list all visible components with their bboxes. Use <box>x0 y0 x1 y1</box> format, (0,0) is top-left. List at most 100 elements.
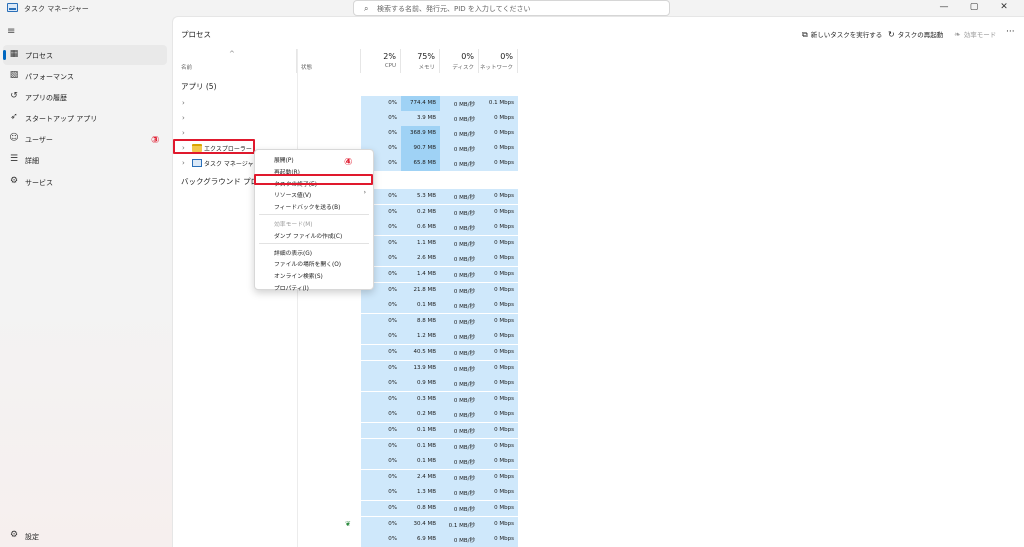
users-icon: ☺ <box>9 133 19 143</box>
context-menu-item[interactable]: フィードバックを送る(B) <box>255 200 373 211</box>
memory-cell: 30.4 MB <box>401 516 440 532</box>
network-cell: 0.1 Mbps <box>479 96 518 111</box>
chevron-right-icon[interactable]: › <box>182 99 185 107</box>
annotation-highlight-end-task <box>254 174 373 185</box>
annotation-highlight-explorer <box>173 139 255 154</box>
hamburger-menu-icon[interactable]: ≡ <box>7 26 15 37</box>
table-row[interactable]: 0% 0.9 MB 0 MB/秒 0 Mbps <box>173 376 518 392</box>
cpu-cell: 0% <box>361 485 401 501</box>
context-menu-item[interactable]: 詳細の表示(G) <box>255 246 373 257</box>
disk-cell: 0 MB/秒 <box>440 407 479 423</box>
cpu-cell: 0% <box>361 407 401 423</box>
context-menu-item[interactable]: 展開(P) <box>255 153 373 164</box>
disk-cell: 0 MB/秒 <box>440 376 479 392</box>
sidebar-item-label: サービス <box>25 179 53 187</box>
disk-cell: 0 MB/秒 <box>440 282 479 298</box>
column-header-cpu[interactable]: 2% CPU <box>361 49 401 73</box>
network-total: 0% <box>500 52 513 61</box>
table-row[interactable]: 0% 8.8 MB 0 MB/秒 0 Mbps <box>173 313 518 329</box>
table-row[interactable]: 0% 0.1 MB 0 MB/秒 0 Mbps <box>173 438 518 454</box>
column-header-memory[interactable]: 75% メモリ <box>401 49 440 73</box>
sidebar-item-label: スタートアップ アプリ <box>25 115 98 123</box>
context-menu-item[interactable]: オンライン検索(S) <box>255 269 373 280</box>
more-options-button[interactable]: ··· <box>1006 27 1015 37</box>
cpu-cell: 0% <box>361 111 401 126</box>
cpu-cell: 0% <box>361 516 401 532</box>
table-row[interactable]: › 0% 3.9 MB 0 MB/秒 0 Mbps <box>173 111 518 126</box>
sidebar-item-services[interactable]: ⚙ サービス <box>3 172 167 192</box>
context-menu-item[interactable]: リソース値(V) › <box>255 188 373 199</box>
efficiency-mode-button[interactable]: ❧ 効率モード <box>954 29 996 39</box>
column-header-disk[interactable]: 0% ディスク <box>440 49 479 73</box>
sidebar-item-details[interactable]: ☰ 詳細 <box>3 150 167 170</box>
network-cell: 0 Mbps <box>479 438 518 454</box>
disk-cell: 0 MB/秒 <box>440 391 479 407</box>
group-label-apps: アプリ (5) <box>181 82 217 91</box>
disk-cell: 0 MB/秒 <box>440 96 479 111</box>
disk-cell: 0 MB/秒 <box>440 485 479 501</box>
run-new-task-button[interactable]: ⧉ 新しいタスクを実行する <box>802 29 882 40</box>
column-header-status[interactable]: 状態 <box>297 49 361 73</box>
table-row[interactable]: 0% 0.1 MB 0 MB/秒 0 Mbps <box>173 298 518 314</box>
disk-cell: 0 MB/秒 <box>440 267 479 282</box>
table-row[interactable]: 0% 6.9 MB 0 MB/秒 0 Mbps <box>173 532 518 547</box>
maximize-button[interactable]: ▢ <box>964 2 984 12</box>
sidebar-item-label: パフォーマンス <box>25 73 74 81</box>
chevron-right-icon[interactable]: › <box>182 129 185 137</box>
context-menu-item[interactable]: プロパティ(I) <box>255 281 373 292</box>
table-row[interactable]: › 0% 774.4 MB 0 MB/秒 0.1 Mbps <box>173 96 518 111</box>
sidebar-item-app-history[interactable]: ↺ アプリの履歴 <box>3 87 167 107</box>
network-cell: 0 Mbps <box>479 391 518 407</box>
context-menu-item[interactable]: ダンプ ファイルの作成(C) <box>255 229 373 240</box>
menu-item-label: 詳細の表示(G) <box>274 250 312 257</box>
table-row[interactable]: 0% 2.4 MB 0 MB/秒 0 Mbps <box>173 469 518 485</box>
selection-indicator <box>3 50 6 60</box>
table-row[interactable]: 0% 0.2 MB 0 MB/秒 0 Mbps <box>173 407 518 423</box>
table-row[interactable]: 0% 40.5 MB 0 MB/秒 0 Mbps <box>173 345 518 360</box>
context-menu-item[interactable]: ファイルの場所を開く(O) <box>255 257 373 268</box>
network-cell: 0 Mbps <box>479 298 518 314</box>
chevron-right-icon[interactable]: › <box>182 159 185 167</box>
window-title: タスク マネージャー <box>24 5 89 13</box>
network-cell: 0 Mbps <box>479 111 518 126</box>
sidebar-item-processes[interactable]: ▦ プロセス <box>3 45 167 65</box>
sidebar-item-performance[interactable]: ▧ パフォーマンス <box>3 66 167 86</box>
settings-gear-icon: ⚙ <box>9 530 19 540</box>
sidebar-item-settings[interactable]: ⚙ 設定 <box>3 526 167 546</box>
sidebar-item-startup-apps[interactable]: ➶ スタートアップ アプリ <box>3 108 167 128</box>
table-row[interactable]: ❦ 0% 30.4 MB 0.1 MB/秒 0 Mbps <box>173 516 518 532</box>
cpu-cell: 0% <box>361 313 401 329</box>
table-row[interactable]: 0% 0.3 MB 0 MB/秒 0 Mbps <box>173 391 518 407</box>
sidebar-item-label: アプリの履歴 <box>25 94 67 102</box>
cpu-cell: 0% <box>361 96 401 111</box>
disk-cell: 0 MB/秒 <box>440 438 479 454</box>
table-row[interactable]: 0% 1.2 MB 0 MB/秒 0 Mbps <box>173 329 518 345</box>
history-icon: ↺ <box>10 91 18 101</box>
disk-cell: 0 MB/秒 <box>440 454 479 470</box>
services-gear-icon: ⚙ <box>9 176 19 186</box>
search-placeholder[interactable]: 検索する名前、発行元、PID を入力してください <box>377 4 530 14</box>
network-cell: 0 Mbps <box>479 469 518 485</box>
search-box[interactable]: ⌕ 検索する名前、発行元、PID を入力してください <box>353 0 670 16</box>
network-cell: 0 Mbps <box>479 156 518 171</box>
restart-task-label: タスクの再起動 <box>897 31 944 39</box>
minimize-button[interactable]: — <box>934 2 954 12</box>
table-row[interactable]: 0% 0.8 MB 0 MB/秒 0 Mbps <box>173 501 518 516</box>
column-header-network[interactable]: 0% ネットワーク <box>479 49 518 73</box>
table-row[interactable]: 0% 13.9 MB 0 MB/秒 0 Mbps <box>173 360 518 376</box>
sidebar-item-users[interactable]: ☺ ユーザー <box>3 129 167 149</box>
table-row[interactable]: 0% 1.3 MB 0 MB/秒 0 Mbps <box>173 485 518 501</box>
menu-separator <box>259 242 369 244</box>
table-row[interactable]: 0% 0.1 MB 0 MB/秒 0 Mbps <box>173 423 518 438</box>
network-cell: 0 Mbps <box>479 376 518 392</box>
memory-cell: 0.9 MB <box>401 376 440 392</box>
network-cell: 0 Mbps <box>479 345 518 360</box>
restart-task-button[interactable]: ↻ タスクの再起動 <box>888 29 943 39</box>
table-row[interactable]: 0% 0.1 MB 0 MB/秒 0 Mbps <box>173 454 518 470</box>
menu-item-label: 展開(P) <box>274 158 294 164</box>
chevron-right-icon[interactable]: › <box>182 114 185 122</box>
disk-cell: 0 MB/秒 <box>440 235 479 251</box>
column-header-name[interactable]: ^ 名前 <box>173 49 297 73</box>
close-button[interactable]: ✕ <box>994 2 1014 12</box>
cpu-cell: 0% <box>361 329 401 345</box>
